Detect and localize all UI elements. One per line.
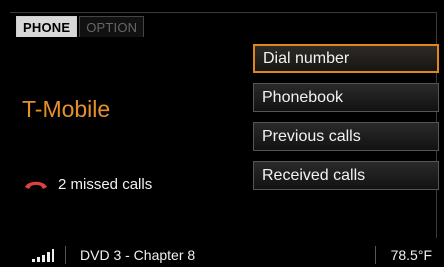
tab-bar: PHONE OPTION xyxy=(16,16,145,38)
phone-menu: Dial number Phonebook Previous calls Rec… xyxy=(253,44,439,190)
menu-item-previous-calls[interactable]: Previous calls xyxy=(253,122,439,151)
menu-item-received-calls[interactable]: Received calls xyxy=(253,161,439,190)
menu-item-phonebook[interactable]: Phonebook xyxy=(253,83,439,112)
missed-calls-notice[interactable]: 2 missed calls xyxy=(24,176,152,193)
menu-item-dial-number[interactable]: Dial number xyxy=(253,44,439,73)
temperature-readout: 78.5°F xyxy=(390,247,432,263)
phone-screen: PHONE OPTION T-Mobile 2 missed calls Dia… xyxy=(0,0,444,267)
signal-strength-icon xyxy=(10,248,65,262)
tab-option[interactable]: OPTION xyxy=(79,16,145,37)
media-status[interactable]: DVD 3 - Chapter 8 xyxy=(66,247,375,263)
status-bar: DVD 3 - Chapter 8 78.5°F xyxy=(10,244,438,266)
missed-calls-label: 2 missed calls xyxy=(58,176,153,193)
handset-icon xyxy=(25,181,47,189)
tab-phone[interactable]: PHONE xyxy=(16,16,78,37)
carrier-name: T-Mobile xyxy=(22,96,111,122)
